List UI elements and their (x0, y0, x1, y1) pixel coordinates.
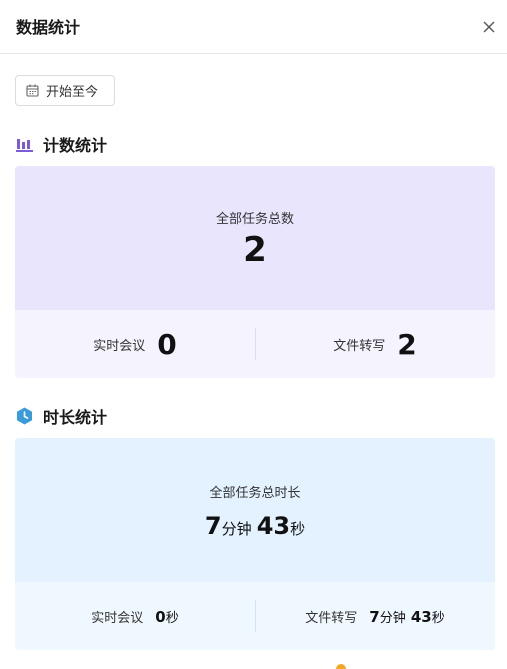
realtime-duration: 实时会议 0秒 (15, 582, 255, 650)
transcribe-duration-seconds: 43 (410, 607, 432, 626)
realtime-count-value: 0 (157, 327, 177, 361)
transcribe-count-label: 文件转写 (333, 338, 386, 354)
transcribe-duration: 文件转写 7分钟 43秒 (255, 582, 495, 650)
transcribe-duration-min-unit: 分钟 (379, 610, 406, 626)
transcribe-count: 文件转写 2 (255, 310, 495, 378)
date-range-label: 开始至今 (46, 85, 99, 100)
dialog-title: 数据统计 (16, 18, 81, 37)
realtime-duration-value: 0秒 (155, 607, 178, 626)
total-tasks-label: 全部任务总数 (215, 212, 294, 227)
transcribe-count-value: 2 (397, 327, 417, 361)
total-duration-seconds: 43 (256, 512, 291, 540)
duration-section-heading: 时长统计 (16, 404, 107, 428)
transcribe-duration-sec-unit: 秒 (431, 610, 445, 626)
transcribe-duration-minutes: 7 (369, 607, 380, 626)
close-button[interactable] (479, 17, 499, 37)
duration-section-title: 时长统计 (43, 408, 108, 427)
transcribe-duration-label: 文件转写 (305, 610, 358, 626)
count-section-heading: 计数统计 (16, 132, 107, 156)
total-duration-label: 全部任务总时长 (209, 486, 301, 501)
realtime-count: 实时会议 0 (15, 310, 255, 378)
clock-icon (17, 407, 32, 425)
bar-chart-icon (16, 138, 33, 152)
duration-breakdown: 实时会议 0秒 文件转写 7分钟 43秒 (15, 582, 495, 650)
realtime-duration-label: 实时会议 (91, 610, 144, 626)
dialog-header: 数据统计 (0, 0, 507, 54)
realtime-duration-sec-unit: 秒 (165, 610, 179, 626)
count-breakdown: 实时会议 0 文件转写 2 (15, 310, 495, 378)
total-duration-min-unit: 分钟 (221, 520, 252, 538)
total-tasks-value: 2 (243, 230, 267, 270)
realtime-duration-seconds: 0 (155, 607, 166, 626)
total-duration-sec-unit: 秒 (290, 520, 306, 538)
realtime-count-label: 实时会议 (93, 338, 146, 354)
duration-stats-card: 全部任务总时长 7分钟 43秒 实时会议 0秒 文件转写 7分钟 43秒 (15, 438, 495, 650)
count-stats-card: 全部任务总数 2 实时会议 0 文件转写 2 (15, 166, 495, 378)
total-duration-minutes: 7 (204, 512, 222, 540)
count-divider (255, 328, 256, 360)
calendar-icon (26, 84, 39, 97)
partial-indicator (336, 664, 346, 669)
count-section-title: 计数统计 (43, 136, 108, 155)
date-range-button[interactable]: 开始至今 (15, 75, 115, 106)
close-icon (483, 21, 495, 33)
duration-divider (255, 600, 256, 632)
count-total-panel: 全部任务总数 2 (15, 166, 495, 310)
transcribe-duration-value: 7分钟 43秒 (369, 607, 444, 626)
total-duration-value: 7分钟 43秒 (15, 512, 495, 540)
duration-total-panel: 全部任务总时长 7分钟 43秒 (15, 438, 495, 582)
